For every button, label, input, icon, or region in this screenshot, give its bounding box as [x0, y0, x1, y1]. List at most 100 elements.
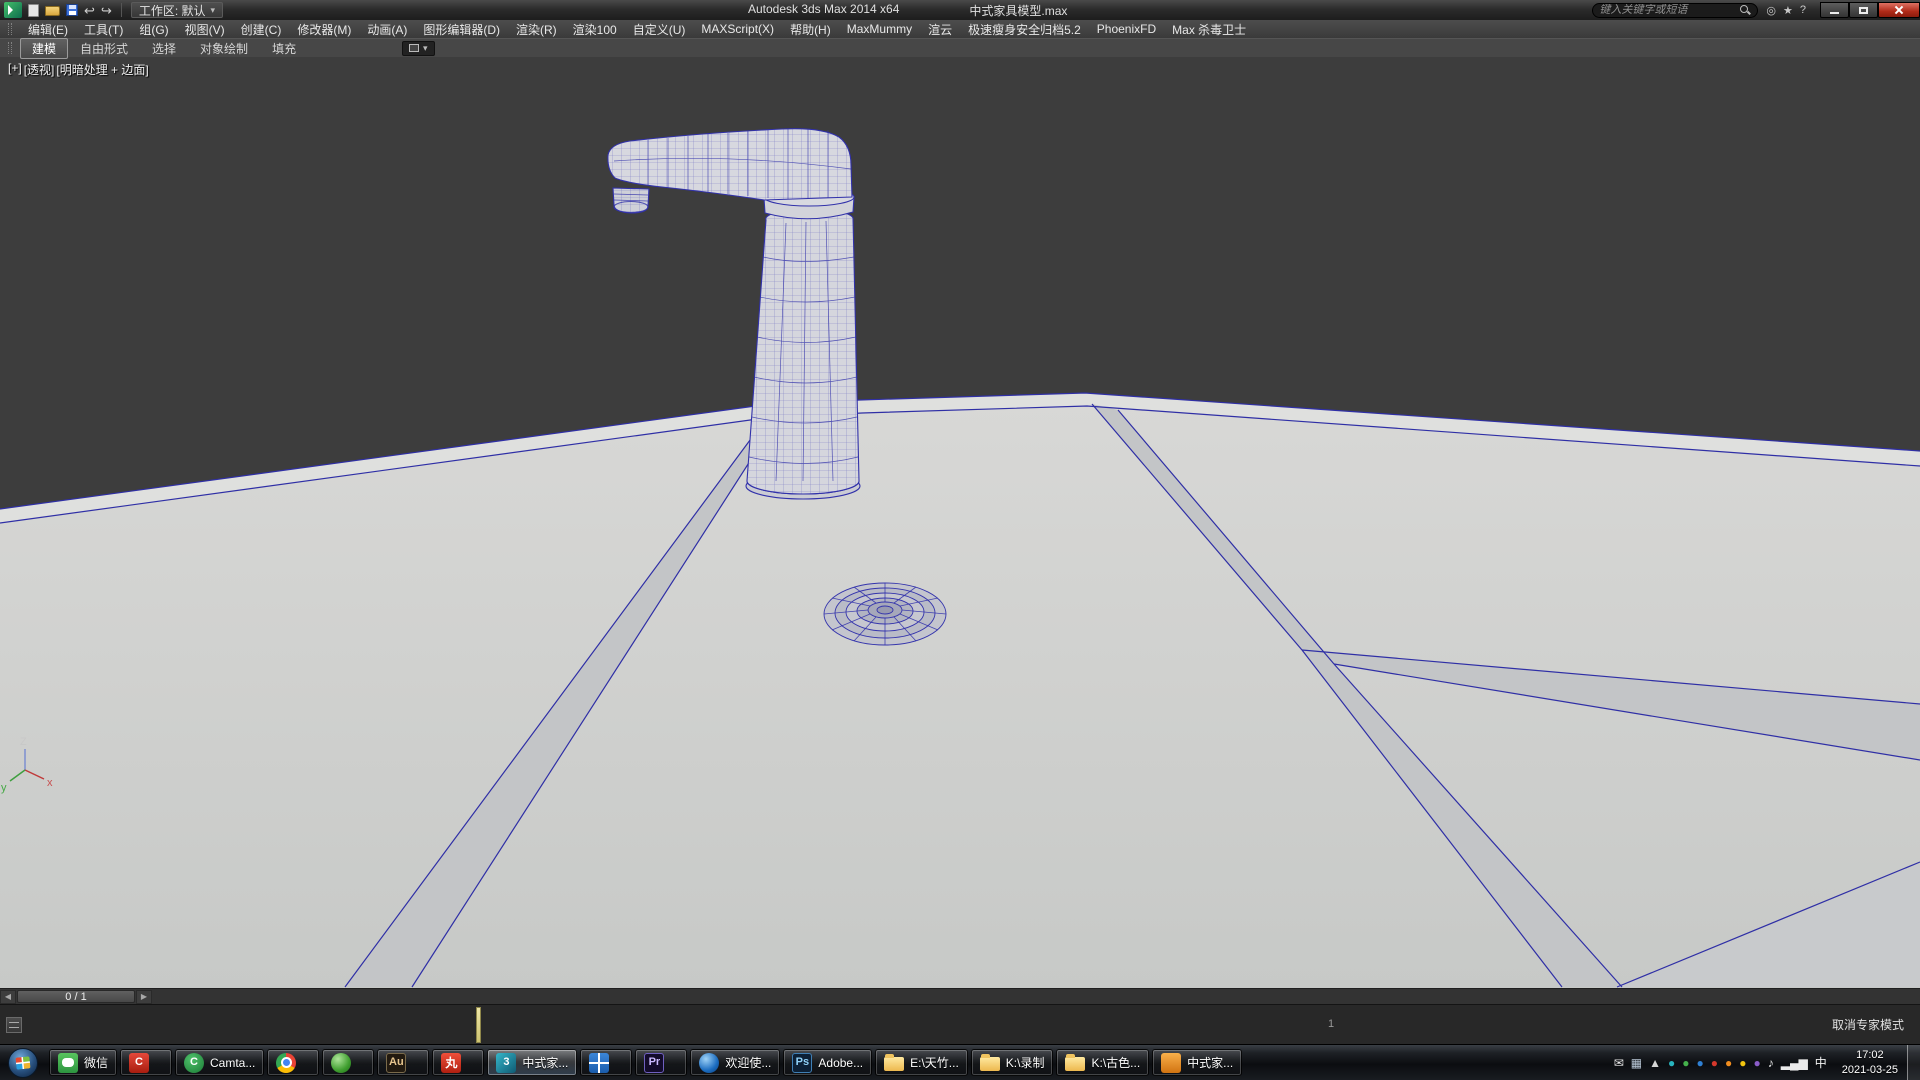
new-scene-icon[interactable]: [28, 4, 39, 17]
start-button[interactable]: [0, 1045, 46, 1080]
next-frame-button[interactable]: ▶: [136, 990, 152, 1004]
workspace-selector[interactable]: 工作区: 默认 ▾: [131, 2, 223, 18]
taskbar-wan-button[interactable]: 丸: [432, 1049, 484, 1076]
tray-mail-icon[interactable]: ✉: [1614, 1057, 1624, 1069]
redo-icon[interactable]: ↪: [101, 4, 112, 17]
axis-x-label: x: [47, 777, 53, 789]
tray-yellow-app-icon[interactable]: ●: [1739, 1057, 1746, 1069]
ruler-label: 1: [1328, 1018, 1334, 1030]
menu-item[interactable]: MaxMummy: [839, 21, 920, 37]
3dsmax-app-button[interactable]: [4, 2, 22, 18]
taskbar-folder-tianzhu-button[interactable]: E:\天竹...: [875, 1049, 968, 1076]
tray-screen-icon[interactable]: ▦: [1631, 1057, 1642, 1069]
time-slider-track[interactable]: [152, 989, 1920, 1004]
viewport-shading-label[interactable]: [明暗处理 + 边面]: [56, 61, 148, 78]
open-file-icon[interactable]: [45, 6, 60, 16]
taskbar-button-label: 中式家...: [1187, 1054, 1233, 1071]
taskbar-button-label: 欢迎使...: [725, 1054, 771, 1071]
minimize-button[interactable]: [1820, 2, 1849, 18]
tray-input-method-icon[interactable]: 中: [1815, 1057, 1827, 1069]
taskbar-wechat-button[interactable]: 微信: [49, 1049, 117, 1076]
time-slider-handle[interactable]: 0 / 1: [17, 990, 135, 1003]
titlebar: ↩ ↪ 工作区: 默认 ▾ Autodesk 3ds Max 2014 x64 …: [0, 0, 1920, 20]
ribbon-tab[interactable]: 建模: [20, 38, 68, 59]
taskbar-audition-button[interactable]: Au: [377, 1049, 429, 1076]
menu-item[interactable]: PhoenixFD: [1089, 21, 1164, 37]
taskbar-welcome-button[interactable]: 欢迎使...: [690, 1049, 780, 1076]
taskbar-folder-luzhi-button[interactable]: K:\录制: [971, 1049, 1054, 1076]
menu-item[interactable]: 修改器(M): [289, 20, 359, 39]
undo-icon[interactable]: ↩: [84, 4, 95, 17]
taskbar-button-label: Camta...: [210, 1056, 255, 1070]
taskbar-folder-guse-button[interactable]: K:\古色...: [1056, 1049, 1149, 1076]
ribbon-tab[interactable]: 自由形式: [68, 38, 140, 59]
menu-item[interactable]: 渲染100: [565, 20, 625, 39]
tray-blue-app-icon[interactable]: ●: [1696, 1057, 1703, 1069]
tray-red-app-icon[interactable]: ●: [1711, 1057, 1718, 1069]
search-icon[interactable]: [1739, 4, 1751, 16]
taskbar-3dsmax-button[interactable]: 3 中式家...: [487, 1049, 577, 1076]
taskbar-buttons: 微信 C C Camta... Au 丸: [46, 1049, 1245, 1076]
camtasia-icon: C: [184, 1053, 204, 1073]
taskbar-photoshop-button[interactable]: Ps Adobe...: [783, 1049, 872, 1076]
system-tray: ✉ ▦ ▲ ● ● ● ● ● ● ● ♪ ▂▄▆ 中: [1614, 1057, 1833, 1069]
ribbon-tab[interactable]: 填充: [260, 38, 308, 59]
menu-item[interactable]: MAXScript(X): [693, 21, 782, 37]
tray-purple-app-icon[interactable]: ●: [1753, 1057, 1760, 1069]
viewport[interactable]: Z x y [+][透视][明暗处理 + 边面]: [0, 57, 1920, 988]
close-button[interactable]: [1878, 2, 1920, 18]
save-file-icon[interactable]: [66, 4, 78, 16]
photoshop-icon: Ps: [792, 1053, 812, 1073]
menu-item[interactable]: 帮助(H): [782, 20, 839, 39]
tray-network-icon[interactable]: ▂▄▆: [1781, 1057, 1808, 1069]
taskbar-camtasia-button[interactable]: C Camta...: [175, 1049, 264, 1076]
menu-item[interactable]: 极速瘦身安全归档5.2: [960, 20, 1089, 39]
menu-item[interactable]: 创建(C): [233, 20, 290, 39]
menu-item[interactable]: 图形编辑器(D): [415, 20, 508, 39]
taskbar-button-label: E:\天竹...: [910, 1054, 959, 1071]
ribbon-tab[interactable]: 对象绘制: [188, 38, 260, 59]
viewport-pov-label[interactable]: [透视]: [24, 61, 55, 78]
counter-surface[interactable]: [0, 393, 1920, 988]
menu-item[interactable]: 编辑(E): [20, 20, 76, 39]
tray-green-app-icon[interactable]: ●: [1682, 1057, 1689, 1069]
taskbar-clock[interactable]: 17:02 2021-03-25: [1833, 1048, 1907, 1078]
drain[interactable]: [824, 583, 946, 645]
taskbar-premiere-button[interactable]: Pr: [635, 1049, 687, 1076]
3dsmax-icon: 3: [496, 1053, 516, 1073]
ribbon-tab[interactable]: 选择: [140, 38, 188, 59]
show-desktop-button[interactable]: [1907, 1045, 1920, 1080]
menu-item[interactable]: 动画(A): [359, 20, 415, 39]
tray-volume-icon[interactable]: ♪: [1768, 1057, 1774, 1069]
taskbar-chrome-button[interactable]: [267, 1049, 319, 1076]
help-icon[interactable]: ?: [1800, 4, 1806, 16]
viewport-3d-scene[interactable]: Z x y: [0, 57, 1920, 988]
chevron-down-icon: ▾: [210, 5, 215, 16]
tray-orange-app-icon[interactable]: ●: [1725, 1057, 1732, 1069]
cancel-expert-mode-button[interactable]: 取消专家模式: [1832, 1016, 1904, 1033]
tray-teal-app-icon[interactable]: ●: [1668, 1057, 1675, 1069]
tray-show-hidden-icon[interactable]: ▲: [1649, 1057, 1661, 1069]
menu-item[interactable]: 工具(T): [76, 20, 131, 39]
communication-center-icon[interactable]: ◎: [1766, 4, 1776, 17]
menu-item[interactable]: 渲云: [920, 20, 960, 39]
taskbar-maxfile-button[interactable]: 中式家...: [1152, 1049, 1242, 1076]
time-slider-bar: ◀ 0 / 1 ▶: [0, 988, 1920, 1004]
previous-frame-button[interactable]: ◀: [0, 990, 16, 1004]
favorites-star-icon[interactable]: ★: [1783, 4, 1793, 17]
maximize-button[interactable]: [1849, 2, 1878, 18]
taskbar-blue-grid-button[interactable]: [580, 1049, 632, 1076]
ribbon-config-button[interactable]: ▾: [402, 41, 435, 56]
menu-item[interactable]: Max 杀毒卫士: [1164, 20, 1254, 39]
menu-item[interactable]: 自定义(U): [625, 20, 694, 39]
taskbar-green-app-button[interactable]: [322, 1049, 374, 1076]
taskbar-red-c-button[interactable]: C: [120, 1049, 172, 1076]
mini-curve-editor-icon[interactable]: [6, 1017, 22, 1033]
search-input[interactable]: [1599, 4, 1739, 16]
time-marker[interactable]: [476, 1007, 481, 1043]
folder-icon: [884, 1057, 904, 1071]
menu-item[interactable]: 组(G): [131, 20, 176, 39]
menu-item[interactable]: 渲染(R): [508, 20, 565, 39]
menu-item[interactable]: 视图(V): [177, 20, 233, 39]
viewport-general-label[interactable]: [+]: [8, 61, 22, 78]
